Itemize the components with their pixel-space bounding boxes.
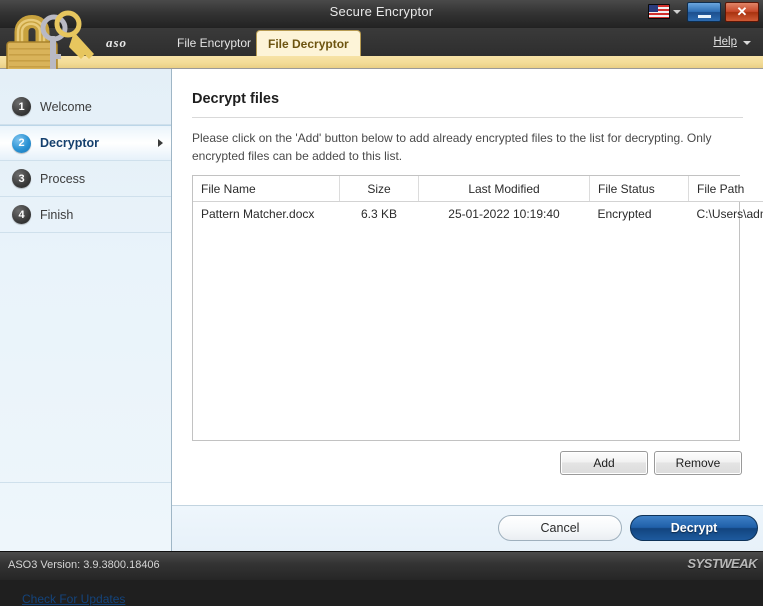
cancel-button[interactable]: Cancel <box>498 515 622 541</box>
padlock-keys-logo-icon <box>2 2 102 76</box>
sidebar-divider <box>0 482 171 483</box>
sidebar-item-process[interactable]: 3 Process <box>0 161 171 197</box>
brand-logo-text: aso <box>106 35 127 51</box>
column-header-last-modified[interactable]: Last Modified <box>419 176 590 202</box>
column-header-file-path[interactable]: File Path <box>689 176 763 202</box>
sidebar-item-label: Finish <box>40 208 73 222</box>
step-number-badge: 3 <box>12 169 31 188</box>
page-title: Decrypt files <box>192 91 279 107</box>
help-link[interactable]: Help <box>713 36 737 48</box>
remove-button[interactable]: Remove <box>654 451 742 475</box>
step-number-badge: 1 <box>12 97 31 116</box>
minimize-button[interactable] <box>687 2 721 22</box>
column-header-file-name[interactable]: File Name <box>193 176 340 202</box>
cell-file-path: C:\Users\admin... <box>689 202 763 227</box>
column-header-file-status[interactable]: File Status <box>590 176 689 202</box>
table-header-row: File Name Size Last Modified File Status… <box>193 176 763 202</box>
cell-file-status: Encrypted <box>590 202 689 227</box>
vendor-logo: SYSTWEAK <box>687 556 757 571</box>
sidebar-item-label: Process <box>40 172 85 186</box>
us-flag-icon <box>648 4 670 19</box>
sidebar-item-finish[interactable]: 4 Finish <box>0 197 171 233</box>
minimize-icon <box>698 15 711 18</box>
page-description: Please click on the 'Add' button below t… <box>192 129 744 165</box>
cell-size: 6.3 KB <box>340 202 419 227</box>
main-content: Decrypt files Please click on the 'Add' … <box>172 69 763 505</box>
chevron-right-icon <box>158 139 163 147</box>
sidebar-item-decryptor[interactable]: 2 Decryptor <box>0 125 171 161</box>
title-bar: Secure Encryptor ✕ <box>0 0 763 29</box>
sidebar-item-label: Welcome <box>40 100 92 114</box>
sidebar: 1 Welcome 2 Decryptor 3 Process 4 Finish… <box>0 69 172 551</box>
tab-bar: aso File Encryptor File Decryptor Help <box>0 28 763 56</box>
check-for-updates-link[interactable]: Check For Updates <box>22 592 125 606</box>
cell-last-modified: 25-01-2022 10:19:40 <box>419 202 590 227</box>
table-row[interactable]: Pattern Matcher.docx 6.3 KB 25-01-2022 1… <box>193 202 763 227</box>
tab-file-encryptor[interactable]: File Encryptor <box>166 30 262 56</box>
decrypt-button[interactable]: Decrypt <box>630 515 758 541</box>
close-button[interactable]: ✕ <box>725 2 759 22</box>
application-window: Secure Encryptor ✕ aso File Encryptor Fi… <box>0 0 763 579</box>
add-button[interactable]: Add <box>560 451 648 475</box>
sidebar-item-label: Decryptor <box>40 136 99 150</box>
version-text: ASO3 Version: 3.9.3800.18406 <box>8 559 160 571</box>
chevron-down-icon <box>673 10 681 14</box>
cell-file-name: Pattern Matcher.docx <box>193 202 340 227</box>
language-selector[interactable] <box>648 4 681 19</box>
chevron-down-icon[interactable] <box>743 41 751 45</box>
file-list-table[interactable]: File Name Size Last Modified File Status… <box>192 175 740 441</box>
column-header-size[interactable]: Size <box>340 176 419 202</box>
sidebar-item-welcome[interactable]: 1 Welcome <box>0 89 171 125</box>
step-number-badge: 4 <box>12 205 31 224</box>
status-bar: ASO3 Version: 3.9.3800.18406 SYSTWEAK <box>0 551 763 580</box>
footer-bar: Cancel Decrypt <box>172 505 763 551</box>
gold-divider <box>0 56 763 69</box>
step-number-badge: 2 <box>12 134 31 153</box>
title-divider <box>192 117 743 118</box>
tab-file-decryptor[interactable]: File Decryptor <box>256 30 361 56</box>
